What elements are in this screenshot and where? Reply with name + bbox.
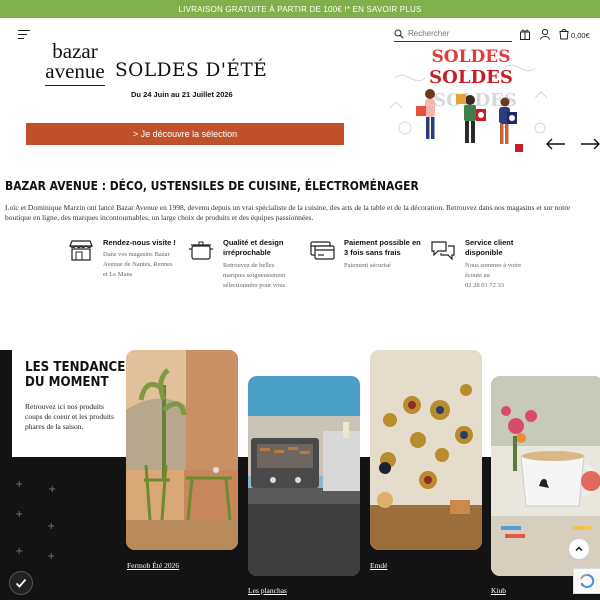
trends-desc: Retrouvez ici nos produits coups de coeu… [25, 402, 114, 431]
plus-decoration: + [47, 551, 56, 562]
trend-card-label[interactable]: Emdé [370, 561, 388, 570]
arrow-up-icon [575, 546, 583, 552]
phone-number[interactable]: 02 28 01 72 33 [465, 282, 504, 289]
feature-title: Service client disponible [465, 238, 514, 257]
recaptcha-badge[interactable] [573, 568, 600, 594]
trends-title: LES TENDANCES DU MOMENT [25, 359, 134, 390]
intro-text: Loïc et Dominique Marzin ont lancé Bazar… [5, 203, 571, 222]
promo-text[interactable]: LIVRAISON GRATUITE À PARTIR DE 100€ !* E… [179, 5, 422, 14]
feature-desc: Retrouvez de belles marques soigneusemen… [223, 262, 286, 289]
cart-amount[interactable]: 0,00€ [571, 31, 590, 40]
feature-desc: Paiement sécurisé [344, 262, 391, 269]
svg-text:SOLDES: SOLDES [431, 48, 510, 67]
gift-icon[interactable] [519, 28, 531, 40]
user-icon[interactable] [539, 28, 551, 40]
plus-decoration: + [48, 484, 57, 495]
chat-icon [431, 241, 455, 261]
promo-topbar[interactable]: LIVRAISON GRATUITE À PARTIR DE 100€ !* E… [0, 0, 600, 18]
plus-decoration: + [15, 546, 24, 557]
credit-card-icon [310, 241, 335, 260]
trend-card-label[interactable]: Kiub [491, 586, 506, 595]
cart-icon[interactable] [558, 28, 570, 40]
plus-decoration: + [15, 479, 24, 490]
plus-decoration: + [15, 509, 24, 520]
feature-desc: Dans vos magasins Bazar Avenue de Nantes… [103, 251, 173, 278]
feature-title: Paiement possible en 3 fois sans frais [344, 238, 421, 257]
banner-title: SOLDES D'ÉTÉ [115, 60, 268, 81]
cookie-consent-button[interactable] [9, 571, 33, 595]
search-bar[interactable] [394, 26, 512, 42]
feature-title: Rendez-nous visite ! [103, 238, 176, 247]
store-icon [69, 240, 93, 261]
trend-card-fermob[interactable] [126, 350, 238, 550]
search-icon[interactable] [394, 28, 404, 39]
trend-card-label[interactable]: Fermob Été 2026 [127, 561, 179, 570]
feature-desc: Nous sommes à votre écoute au 02 28 01 7… [465, 262, 522, 289]
recaptcha-icon [580, 573, 595, 588]
carousel-arrows [546, 138, 600, 150]
scroll-to-top-button[interactable] [568, 538, 590, 560]
banner-dates: Du 24 Juin au 21 Juillet 2026 [131, 90, 233, 99]
soldes-illustration: SOLDES SOLDES SOLDES [385, 48, 557, 152]
check-icon [15, 578, 27, 588]
discover-selection-button[interactable]: > Je découvre la sélection [26, 123, 344, 145]
trends-section: LES TENDANCES DU MOMENT Retrouvez ici no… [0, 350, 600, 600]
bazar-avenue-logo[interactable]: bazar avenue [38, 41, 112, 86]
carousel-next-icon[interactable] [581, 138, 600, 150]
pot-icon [189, 241, 213, 260]
plus-decoration: + [47, 521, 56, 532]
carousel-prev-icon[interactable] [546, 138, 565, 150]
feature-title: Qualité et design irréprochable [223, 238, 284, 257]
page-title: BAZAR AVENUE : DÉCO, USTENSILES DE CUISI… [5, 178, 419, 193]
menu-icon[interactable] [18, 30, 30, 40]
trend-card-label[interactable]: Les planchas [248, 586, 287, 595]
search-input[interactable] [408, 29, 504, 38]
trend-card-emde[interactable] [370, 350, 482, 550]
svg-text:SOLDES: SOLDES [429, 67, 513, 88]
trend-card-planchas[interactable] [248, 376, 360, 576]
